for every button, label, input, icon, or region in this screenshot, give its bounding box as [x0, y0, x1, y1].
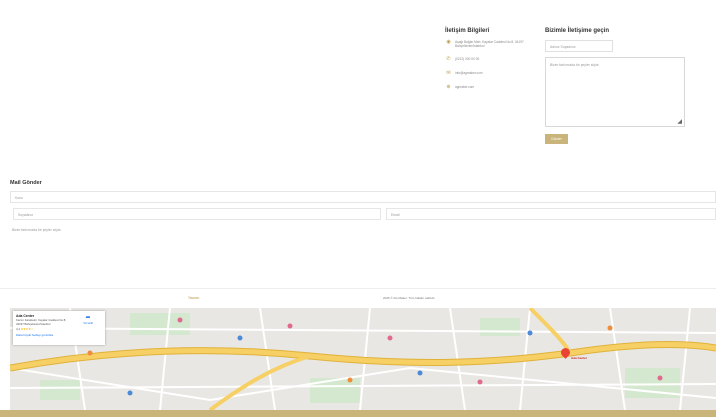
mail-section-title: Mail Gönder — [10, 180, 42, 186]
star-rating-icon: ★★★★☆ — [20, 327, 34, 332]
globe-icon: ⊕ — [446, 84, 451, 91]
email-icon: ✉ — [446, 70, 451, 77]
phone-icon: ✆ — [446, 56, 451, 63]
mail-section: Mail Gönder Konu Soyadınız Email Bizim f… — [10, 180, 716, 235]
resize-handle-icon[interactable]: ◢ — [677, 119, 682, 125]
contact-info-title: İletişim Bilgileri — [445, 28, 490, 34]
send-button[interactable]: Gönder — [545, 134, 568, 144]
contact-phone[interactable]: ✆ (0212) 000 00 00 — [445, 57, 537, 62]
message-placeholder: Bizim farkımızda bir şeyler söyle. — [550, 63, 600, 67]
larger-map-link[interactable]: Daha büyük haritayı görüntüle — [16, 333, 102, 337]
map-canvas[interactable] — [10, 308, 716, 410]
directions-label: Yol tarifi — [83, 321, 93, 325]
mail-fields-row: Soyadınız Email — [10, 208, 716, 220]
subject-input[interactable]: Konu — [10, 191, 716, 203]
map-card-rating: 4,4 ★★★★☆ — [16, 327, 102, 331]
footer-copyright: 2025 © AG Maker. Tüm hakları saklıdır. — [383, 296, 436, 300]
embedded-map[interactable]: Ada Center Kazım Karabekir, Kayalar Cadd… — [10, 308, 716, 410]
contact-form-title: Bizimle İletişime geçin — [545, 28, 610, 34]
footer-divider — [0, 288, 716, 289]
mail-message-input[interactable]: Bizim farkımızda bir şeyler söyle. — [10, 225, 716, 235]
contact-website[interactable]: ⊕ agmaker.com — [445, 85, 537, 90]
map-card-rating-value: 4,4 — [16, 327, 20, 332]
contact-address: ◉ Aşağı Bağlar Mah. Kayalar Caddesi No:8… — [445, 39, 537, 49]
contact-info: İletişim Bilgileri ◉ Aşağı Bağlar Mah. K… — [445, 28, 537, 99]
map-pin-label: Ada Center — [571, 356, 588, 360]
map-card-address: Kazım Karabekir, Kayalar Caddesi No:8, 3… — [16, 318, 67, 326]
map-place-card: Ada Center Kazım Karabekir, Kayalar Cadd… — [13, 311, 105, 345]
contact-phone-text[interactable]: (0212) 000 00 00 — [455, 57, 479, 61]
message-textarea[interactable]: Bizim farkımızda bir şeyler söyle. ◢ — [545, 57, 685, 127]
contact-email[interactable]: ✉ info@agmaker.com — [445, 71, 537, 76]
email-input[interactable]: Email — [386, 208, 716, 220]
directions-button[interactable]: ➦ Yol tarifi — [75, 315, 101, 325]
name-input[interactable]: Adınız Soyadınız — [545, 40, 613, 52]
location-pin-icon: ◉ — [446, 39, 451, 45]
surname-input[interactable]: Soyadınız — [13, 208, 381, 220]
footer-link[interactable]: Tasarım — [188, 296, 199, 300]
contact-address-text: Aşağı Bağlar Mah. Kayalar Caddesi No:8, … — [455, 40, 524, 49]
bottom-accent-bar — [0, 410, 716, 417]
contact-website-text[interactable]: agmaker.com — [455, 85, 474, 89]
contact-email-text[interactable]: info@agmaker.com — [455, 71, 483, 75]
contact-form: Bizimle İletişime geçin Adınız Soyadınız… — [545, 28, 685, 144]
